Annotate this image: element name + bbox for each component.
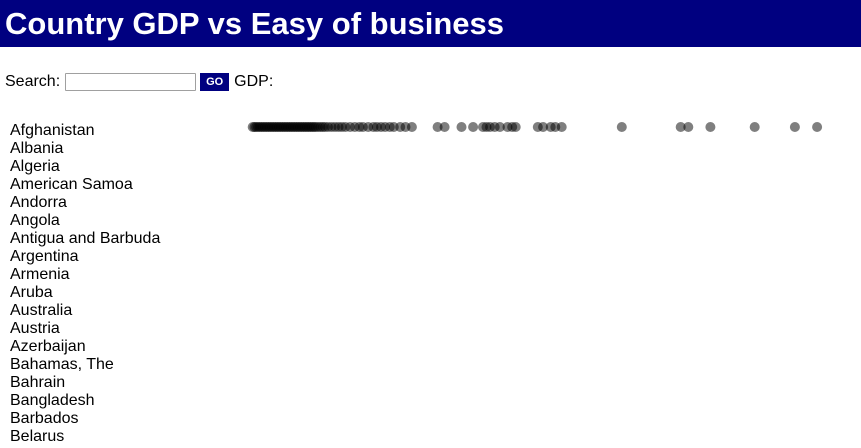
country-list-item[interactable]: Austria bbox=[10, 320, 160, 338]
gdp-dot-strip bbox=[240, 117, 850, 137]
country-list-item[interactable]: Angola bbox=[10, 212, 160, 230]
country-list-item[interactable]: Bahamas, The bbox=[10, 356, 160, 374]
gdp-dot[interactable] bbox=[616, 122, 627, 132]
gdp-dot[interactable] bbox=[683, 122, 694, 132]
go-button[interactable]: GO bbox=[200, 73, 230, 91]
country-list-item[interactable]: Albania bbox=[10, 140, 160, 158]
gdp-dot[interactable] bbox=[749, 122, 760, 132]
country-list-item[interactable]: Andorra bbox=[10, 194, 160, 212]
search-label: Search: bbox=[5, 73, 61, 90]
country-list-item[interactable]: Algeria bbox=[10, 158, 160, 176]
country-list-item[interactable]: Aruba bbox=[10, 284, 160, 302]
search-bar: Search: GO GDP: bbox=[5, 72, 273, 92]
gdp-dot[interactable] bbox=[439, 122, 450, 132]
gdp-dot[interactable] bbox=[556, 122, 567, 132]
country-list-item[interactable]: Australia bbox=[10, 302, 160, 320]
search-input[interactable] bbox=[65, 73, 197, 91]
gdp-dot[interactable] bbox=[406, 122, 417, 132]
country-list-item[interactable]: Belarus bbox=[10, 428, 160, 446]
gdp-dot[interactable] bbox=[789, 122, 800, 132]
country-list: Afghanistan Albania Algeria American Samoa A… bbox=[10, 122, 160, 446]
gdp-dot[interactable] bbox=[812, 122, 823, 132]
country-list-item[interactable]: American Samoa bbox=[10, 176, 160, 194]
page-title: Country GDP vs Easy of business bbox=[5, 6, 505, 41]
gdp-dot-strip-svg bbox=[247, 122, 823, 132]
country-list-item[interactable]: Argentina bbox=[10, 248, 160, 266]
country-list-item[interactable]: Bahrain bbox=[10, 374, 160, 392]
gdp-dot[interactable] bbox=[468, 122, 479, 132]
country-list-item[interactable]: Azerbaijan bbox=[10, 338, 160, 356]
country-list-item[interactable]: Antigua and Barbuda bbox=[10, 230, 160, 248]
country-list-item[interactable]: Bangladesh bbox=[10, 392, 160, 410]
country-list-item[interactable]: Armenia bbox=[10, 266, 160, 284]
country-list-item[interactable]: Barbados bbox=[10, 410, 160, 428]
gdp-dot[interactable] bbox=[456, 122, 467, 132]
country-list-item[interactable]: Afghanistan bbox=[10, 122, 160, 140]
page-header: Country GDP vs Easy of business bbox=[0, 0, 861, 47]
gdp-label: GDP: bbox=[234, 73, 274, 90]
gdp-dot[interactable] bbox=[705, 122, 716, 132]
gdp-dot[interactable] bbox=[510, 122, 521, 132]
